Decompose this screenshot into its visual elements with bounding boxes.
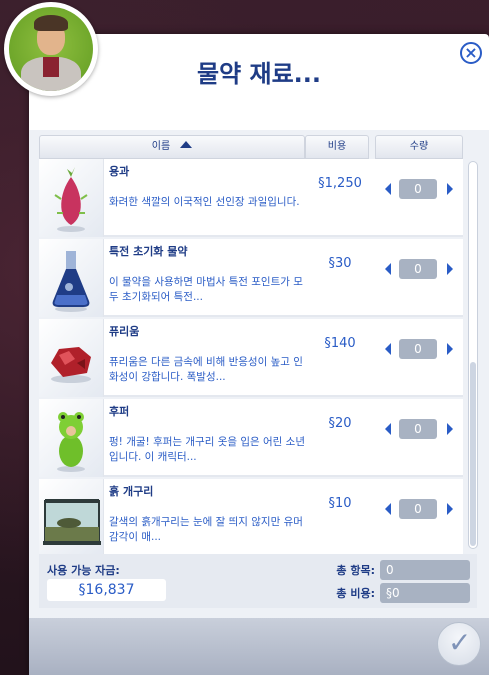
total-cost-label: 총 비용:	[336, 587, 375, 600]
column-header-quantity-label: 수량	[409, 141, 429, 152]
quantity-field[interactable]: 0	[399, 419, 437, 439]
decrease-quantity-button[interactable]	[385, 503, 391, 515]
item-price: §1,250	[318, 176, 362, 191]
item-price: §10	[328, 496, 352, 511]
column-header-name[interactable]: 이름	[39, 135, 305, 159]
column-header-cost[interactable]: 비용	[305, 135, 369, 159]
increase-quantity-button[interactable]	[447, 183, 453, 195]
item-description: 펑! 개굴! 후퍼는 개구리 옷을 입은 어린 소년입니다. 이 캐릭터...	[109, 436, 305, 463]
column-header-cost-label: 비용	[327, 141, 347, 152]
potion-flask-icon	[39, 239, 104, 317]
increase-quantity-button[interactable]	[447, 503, 453, 515]
list-item[interactable]: 용과 화려한 색깔의 이국적인 선인장 과일입니다. §1,250 0	[39, 159, 463, 237]
item-description: 이 물약을 사용하면 마법사 특전 포인트가 모두 초기화되어 특전...	[109, 276, 303, 303]
item-description: 퓨리움은 다른 금속에 비해 반응성이 높고 인화성이 강합니다. 폭발성...	[109, 356, 303, 383]
list-item[interactable]: 퓨리움 퓨리움은 다른 금속에 비해 반응성이 높고 인화성이 강합니다. 폭발…	[39, 319, 463, 397]
decrease-quantity-button[interactable]	[385, 183, 391, 195]
total-items-label: 총 항목:	[336, 564, 375, 577]
dialog-bottom-bar	[29, 618, 489, 675]
column-header-quantity[interactable]: 수량	[375, 135, 463, 159]
summary-footer: 사용 가능 자금: §16,837 총 항목: 0 총 비용: §0	[39, 554, 477, 608]
total-items-value: 0	[380, 560, 470, 580]
close-button[interactable]: ×	[460, 42, 482, 64]
item-description: 화려한 색깔의 이국적인 선인장 과일입니다.	[109, 196, 300, 208]
scrollbar-thumb[interactable]	[470, 362, 476, 546]
available-funds-value: §16,837	[47, 579, 166, 601]
frog-costume-toy-icon	[39, 399, 104, 477]
item-price: §20	[328, 416, 352, 431]
quantity-field[interactable]: 0	[399, 339, 437, 359]
increase-quantity-button[interactable]	[447, 423, 453, 435]
list-item[interactable]: 흙 개구리 갈색의 흙개구리는 눈에 잘 띄지 않지만 유머 감각이 매... …	[39, 479, 463, 557]
avatar	[9, 7, 93, 91]
list-item[interactable]: 후퍼 펑! 개굴! 후퍼는 개구리 옷을 입은 어린 소년입니다. 이 캐릭터.…	[39, 399, 463, 477]
confirm-button[interactable]: ✓	[437, 622, 481, 666]
quantity-field[interactable]: 0	[399, 259, 437, 279]
decrease-quantity-button[interactable]	[385, 343, 391, 355]
list-scrollbar[interactable]	[468, 161, 478, 549]
increase-quantity-button[interactable]	[447, 263, 453, 275]
item-name: 흙 개구리	[109, 485, 154, 498]
increase-quantity-button[interactable]	[447, 343, 453, 355]
list-item[interactable]: 특전 초기화 물약 이 물약을 사용하면 마법사 특전 포인트가 모두 초기화되…	[39, 239, 463, 317]
item-description: 갈색의 흙개구리는 눈에 잘 띄지 않지만 유머 감각이 매...	[109, 516, 303, 543]
total-cost-value: §0	[380, 583, 470, 603]
checkmark-icon: ✓	[448, 626, 472, 659]
column-header-name-label: 이름	[151, 141, 171, 152]
item-price: §140	[324, 336, 356, 351]
sim-portrait	[4, 2, 98, 96]
available-funds-label: 사용 가능 자금:	[47, 564, 120, 577]
quantity-field[interactable]: 0	[399, 499, 437, 519]
item-list: 용과 화려한 색깔의 이국적인 선인장 과일입니다. §1,250 0 특전 초…	[39, 159, 463, 557]
decrease-quantity-button[interactable]	[385, 263, 391, 275]
red-mineral-icon	[39, 319, 104, 397]
dialog-title: 물약 재료...	[196, 60, 322, 88]
decrease-quantity-button[interactable]	[385, 423, 391, 435]
frog-terrarium-icon	[39, 479, 104, 557]
item-price: §30	[328, 256, 352, 271]
potion-ingredients-dialog: 물약 재료... × 이름 비용 수량 용과 화려한 색깔의 이국적인 선인장 …	[29, 34, 489, 675]
sort-ascending-icon	[180, 141, 193, 148]
item-name: 용과	[109, 165, 130, 178]
item-name: 후퍼	[109, 405, 130, 418]
dragonfruit-icon	[39, 159, 104, 237]
item-name: 퓨리움	[109, 325, 140, 338]
close-icon: ×	[464, 43, 478, 62]
quantity-field[interactable]: 0	[399, 179, 437, 199]
item-name: 특전 초기화 물약	[109, 245, 188, 258]
